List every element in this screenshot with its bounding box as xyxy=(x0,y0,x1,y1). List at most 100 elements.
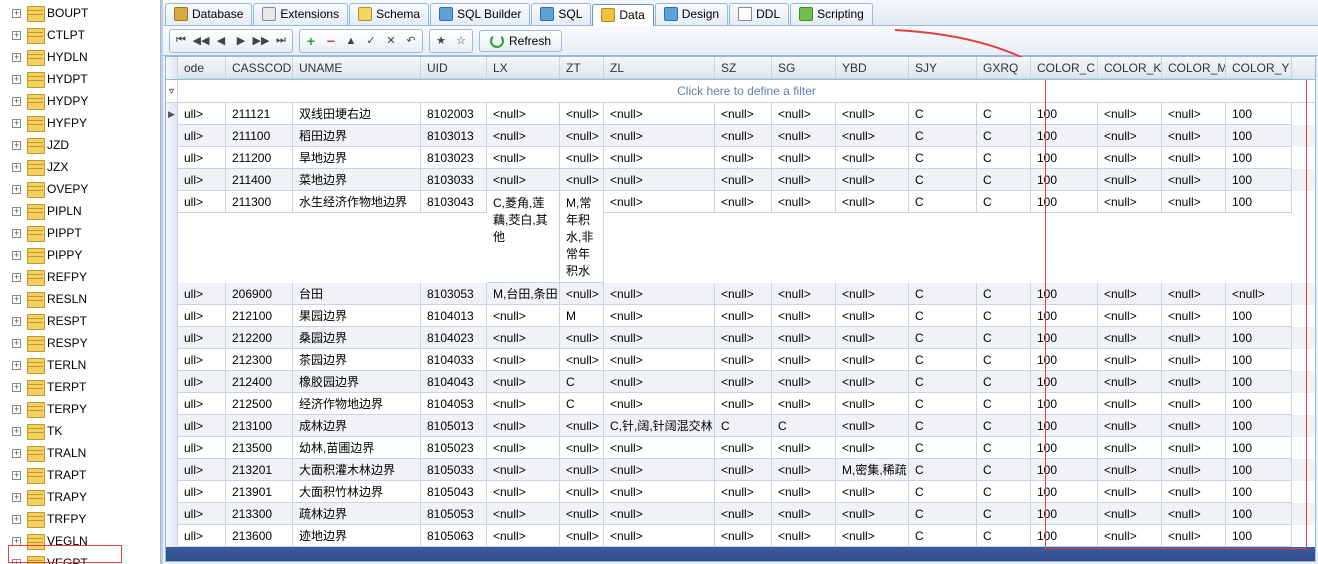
cell[interactable]: 经济作物地边界 xyxy=(293,393,421,415)
cell[interactable]: 橡胶园边界 xyxy=(293,371,421,393)
expand-icon[interactable]: + xyxy=(12,207,21,216)
col-color_c[interactable]: COLOR_C xyxy=(1031,57,1098,79)
cell[interactable]: C xyxy=(977,437,1031,459)
cell[interactable]: M,常年积水,非常年积水 xyxy=(560,191,604,283)
cell[interactable]: <null> xyxy=(836,125,909,147)
cell[interactable]: <null> xyxy=(560,415,604,437)
add-button[interactable]: + xyxy=(301,31,321,51)
cell[interactable]: ull> xyxy=(178,147,226,169)
cell[interactable]: 幼林,苗圃边界 xyxy=(293,437,421,459)
cell[interactable]: 100 xyxy=(1226,125,1292,147)
cell[interactable]: 100 xyxy=(1226,437,1292,459)
cell[interactable]: <null> xyxy=(487,525,560,547)
table-row[interactable]: ull>211100稻田边界8103013<null><null><null><… xyxy=(166,125,1315,147)
cell[interactable]: ull> xyxy=(178,415,226,437)
table-row[interactable]: ull>213300疏林边界8105053<null><null><null><… xyxy=(166,503,1315,525)
cell[interactable]: <null> xyxy=(487,393,560,415)
cell[interactable]: 疏林边界 xyxy=(293,503,421,525)
cell[interactable]: ull> xyxy=(178,169,226,191)
cell[interactable]: 100 xyxy=(1226,371,1292,393)
col-sz[interactable]: SZ xyxy=(715,57,772,79)
col-sg[interactable]: SG xyxy=(772,57,836,79)
cell[interactable]: <null> xyxy=(715,481,772,503)
cell[interactable]: <null> xyxy=(772,459,836,481)
tree-item-boupt[interactable]: +BOUPT xyxy=(0,2,160,24)
cell[interactable]: C xyxy=(977,147,1031,169)
cell[interactable]: <null> xyxy=(604,437,715,459)
cell[interactable]: <null> xyxy=(604,371,715,393)
cell[interactable]: 212300 xyxy=(226,349,293,371)
cell[interactable]: <null> xyxy=(487,459,560,481)
cell[interactable]: <null> xyxy=(836,283,909,305)
last-button[interactable]: ⏭ xyxy=(271,31,291,51)
cell[interactable]: C xyxy=(909,415,977,437)
expand-icon[interactable]: + xyxy=(12,361,21,370)
cell[interactable]: <null> xyxy=(772,283,836,305)
cell[interactable]: 台田 xyxy=(293,283,421,305)
cell[interactable]: C xyxy=(909,437,977,459)
cell[interactable]: <null> xyxy=(1098,437,1162,459)
cell[interactable]: 8104033 xyxy=(421,349,487,371)
cell[interactable]: <null> xyxy=(836,305,909,327)
table-row[interactable]: ull>206900台田8103053M,台田,条田<null><null><n… xyxy=(166,283,1315,305)
table-row[interactable]: ull>213600迹地边界8105063<null><null><null><… xyxy=(166,525,1315,547)
cell[interactable]: 213500 xyxy=(226,437,293,459)
cell[interactable]: 桑园边界 xyxy=(293,327,421,349)
cell[interactable]: <null> xyxy=(560,525,604,547)
cell[interactable]: C xyxy=(909,503,977,525)
tree-item-trapt[interactable]: +TRAPT xyxy=(0,464,160,486)
cell[interactable]: C xyxy=(909,125,977,147)
tree-item-ctlpt[interactable]: +CTLPT xyxy=(0,24,160,46)
prev-page-button[interactable]: ◀◀ xyxy=(191,31,211,51)
cell[interactable]: <null> xyxy=(836,327,909,349)
cell[interactable]: 213201 xyxy=(226,459,293,481)
cell[interactable]: <null> xyxy=(604,525,715,547)
cell[interactable]: C xyxy=(977,393,1031,415)
expand-icon[interactable]: + xyxy=(12,53,21,62)
cell[interactable]: <null> xyxy=(560,503,604,525)
cell[interactable]: 100 xyxy=(1226,305,1292,327)
cell[interactable]: 100 xyxy=(1226,327,1292,349)
col-casscode[interactable]: CASSCODE xyxy=(226,57,293,79)
commit-button[interactable]: ✓ xyxy=(361,31,381,51)
first-button[interactable]: ⏮ xyxy=(171,31,191,51)
cell[interactable]: ull> xyxy=(178,191,226,213)
cell[interactable]: ull> xyxy=(178,305,226,327)
cell[interactable]: 211200 xyxy=(226,147,293,169)
cell[interactable]: <null> xyxy=(836,349,909,371)
cell[interactable]: <null> xyxy=(487,147,560,169)
cell[interactable]: 211300 xyxy=(226,191,293,213)
cell[interactable]: <null> xyxy=(715,437,772,459)
cell[interactable]: <null> xyxy=(487,503,560,525)
expand-icon[interactable]: + xyxy=(12,141,21,150)
cell[interactable]: <null> xyxy=(1162,305,1226,327)
cell[interactable]: <null> xyxy=(772,393,836,415)
cell[interactable]: C xyxy=(909,459,977,481)
cell[interactable]: <null> xyxy=(836,169,909,191)
cell[interactable]: C xyxy=(909,147,977,169)
cell[interactable]: <null> xyxy=(715,525,772,547)
cell[interactable]: <null> xyxy=(1098,191,1162,213)
cell[interactable]: 213600 xyxy=(226,525,293,547)
cell[interactable]: <null> xyxy=(487,349,560,371)
table-row[interactable]: ull>212100果园边界8104013<null>M<null><null>… xyxy=(166,305,1315,327)
cell[interactable]: <null> xyxy=(1098,525,1162,547)
cell[interactable]: <null> xyxy=(560,169,604,191)
cell[interactable]: <null> xyxy=(604,393,715,415)
cell[interactable]: <null> xyxy=(1098,503,1162,525)
prev-button[interactable]: ◀ xyxy=(211,31,231,51)
cell[interactable]: 8104053 xyxy=(421,393,487,415)
cell[interactable]: ull> xyxy=(178,525,226,547)
table-row[interactable]: ull>211300水生经济作物地边界8103043C,菱角,莲藕,茭白,其他M… xyxy=(166,191,1315,283)
expand-icon[interactable]: + xyxy=(12,317,21,326)
col-zt[interactable]: ZT xyxy=(560,57,604,79)
col-ybd[interactable]: YBD xyxy=(836,57,909,79)
cell[interactable]: 100 xyxy=(1226,191,1292,213)
tree-item-traln[interactable]: +TRALN xyxy=(0,442,160,464)
cell[interactable]: 212400 xyxy=(226,371,293,393)
tree-item-respt[interactable]: +RESPT xyxy=(0,310,160,332)
cell[interactable]: <null> xyxy=(772,191,836,213)
cell[interactable]: C xyxy=(977,169,1031,191)
delete-button[interactable]: − xyxy=(321,31,341,51)
cell[interactable]: <null> xyxy=(772,125,836,147)
